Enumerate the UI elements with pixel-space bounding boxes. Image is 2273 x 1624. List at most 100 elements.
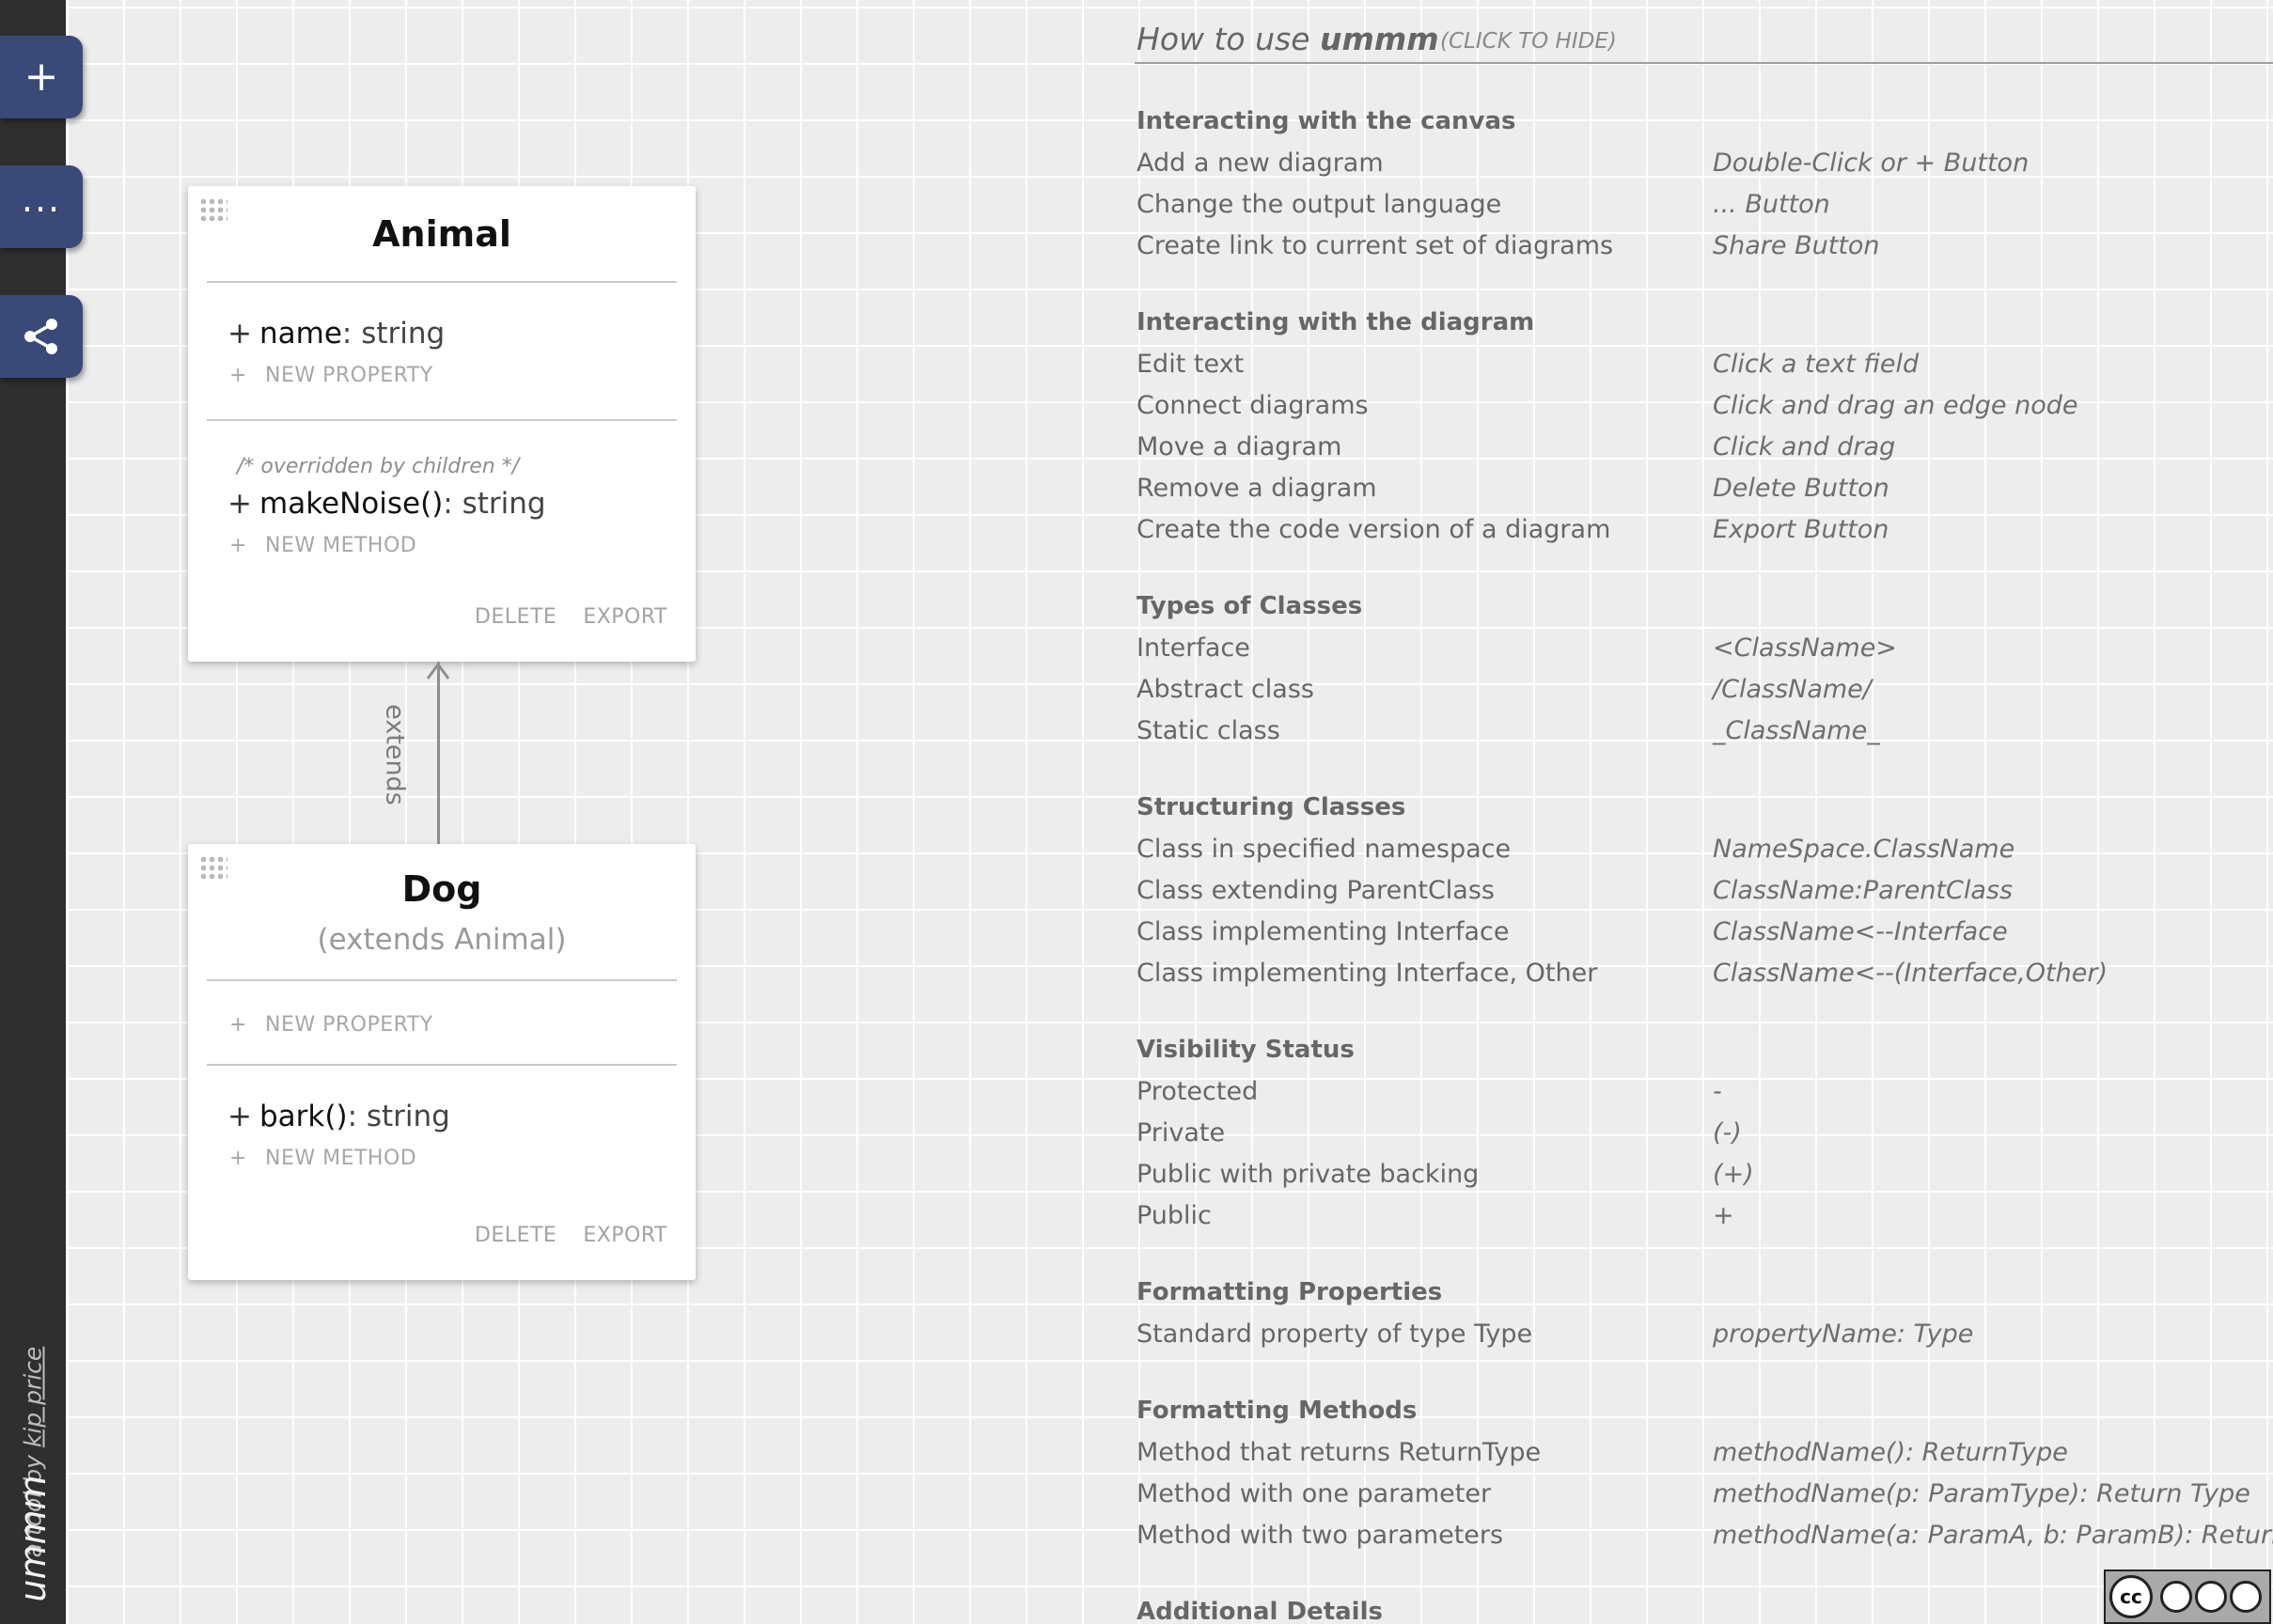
divider (207, 419, 677, 421)
plus-icon: + (24, 53, 59, 101)
export-button[interactable]: EXPORT (583, 605, 667, 629)
drag-handle-icon[interactable] (199, 855, 227, 882)
visibility-marker: + (227, 487, 252, 521)
property-name[interactable]: name (259, 317, 342, 351)
help-action-label: Public (1136, 1201, 1212, 1230)
help-action-label: Class in specified namespace (1136, 835, 1512, 864)
more-icon: ... (21, 179, 62, 220)
cc-license-badge[interactable]: cc (2104, 1569, 2271, 1624)
arrow-head-icon (426, 662, 450, 679)
help-divider (1135, 62, 2273, 64)
help-action-label: Protected (1136, 1077, 1259, 1106)
help-title: How to use ummm (1136, 21, 1439, 57)
add-diagram-button[interactable]: + (0, 36, 83, 118)
help-action-label: Abstract class (1136, 675, 1314, 704)
sa-icon (2230, 1581, 2262, 1613)
help-action-label: Class implementing Interface, Other (1136, 959, 1598, 988)
license-icons (2160, 1581, 2262, 1613)
app-brand: ummm (12, 1475, 54, 1602)
help-syntax-label: ... Button (1713, 190, 1830, 219)
help-action-label: Create the code version of a diagram (1136, 515, 1611, 544)
help-syntax-label: - (1713, 1077, 1722, 1106)
method-row[interactable]: + bark(): string (188, 1100, 696, 1137)
class-card-dog[interactable]: Dog (extends Animal) + NEW PROPERTY + ba… (188, 844, 696, 1280)
help-syntax-label: ClassName:ParentClass (1713, 876, 2014, 905)
help-action-label: Method with one parameter (1136, 1479, 1492, 1508)
help-syntax-label: (+) (1713, 1160, 1754, 1189)
method-type[interactable]: : string (348, 1100, 450, 1133)
help-section-title: Visibility Status (1136, 1036, 1355, 1064)
help-syntax-label: _ClassName_ (1713, 716, 1880, 745)
help-syntax-label: + (1713, 1201, 1734, 1230)
divider (207, 1064, 677, 1066)
author-link[interactable]: kip price (20, 1347, 47, 1447)
help-action-label: Standard property of type Type (1136, 1320, 1533, 1349)
help-action-label: Class implementing Interface (1136, 917, 1510, 946)
class-name[interactable]: Dog (188, 844, 696, 914)
help-syntax-label: Share Button (1713, 231, 1880, 260)
help-action-label: Method that returns ReturnType (1136, 1438, 1542, 1467)
inheritance-edge[interactable] (437, 662, 440, 844)
language-menu-button[interactable]: ... (0, 165, 83, 248)
class-card-animal[interactable]: Animal + name: string + NEW PROPERTY /* … (188, 186, 696, 662)
help-syntax-label: Click and drag (1713, 432, 1896, 461)
methods-comment[interactable]: /* overridden by children */ (188, 455, 696, 481)
property-type[interactable]: : string (342, 317, 445, 351)
help-action-label: Connect diagrams (1136, 391, 1369, 420)
help-syntax-label: Click and drag an edge node (1713, 391, 2078, 420)
class-name[interactable]: Animal (188, 186, 696, 281)
share-icon (24, 319, 57, 354)
help-section-title: Interacting with the canvas (1136, 107, 1516, 135)
help-action-label: Change the output language (1136, 190, 1502, 219)
help-syntax-label: <ClassName> (1713, 633, 1897, 663)
help-section-title: Formatting Properties (1136, 1278, 1443, 1306)
help-syntax-label: methodName(p: ParamType): Return Type (1713, 1479, 2250, 1508)
drag-handle-icon[interactable] (199, 197, 227, 224)
new-property-button[interactable]: + NEW PROPERTY (188, 1013, 696, 1041)
new-property-label: NEW PROPERTY (265, 364, 433, 387)
help-section-title: Types of Classes (1136, 592, 1363, 620)
new-property-button[interactable]: + NEW PROPERTY (188, 364, 696, 392)
help-section-title: Interacting with the diagram (1136, 308, 1535, 336)
new-method-button[interactable]: + NEW METHOD (188, 534, 696, 562)
export-button[interactable]: EXPORT (583, 1224, 667, 1247)
method-name[interactable]: makeNoise() (259, 487, 443, 521)
help-action-label: Move a diagram (1136, 432, 1342, 461)
help-action-label: Class extending ParentClass (1136, 876, 1495, 905)
new-property-label: NEW PROPERTY (265, 1013, 433, 1037)
card-actions: DELETE EXPORT (448, 1224, 667, 1247)
help-syntax-label: Click a text field (1713, 350, 1920, 379)
help-action-label: Method with two parameters (1136, 1521, 1504, 1550)
help-syntax-label: /ClassName/ (1713, 675, 1872, 704)
help-action-label: Private (1136, 1118, 1226, 1148)
method-name[interactable]: bark() (259, 1100, 348, 1133)
new-method-label: NEW METHOD (265, 534, 417, 557)
visibility-marker: + (227, 317, 252, 351)
edge-label[interactable]: extends (381, 704, 410, 805)
help-syntax-label: ClassName<--Interface (1713, 917, 2008, 946)
help-section-title: Additional Details (1136, 1598, 1383, 1624)
help-action-label: Remove a diagram (1136, 474, 1377, 503)
help-syntax-label: Delete Button (1713, 474, 1889, 503)
new-method-button[interactable]: + NEW METHOD (188, 1147, 696, 1175)
share-button[interactable] (0, 295, 83, 378)
help-syntax-label: Double-Click or + Button (1713, 148, 2030, 178)
delete-button[interactable]: DELETE (475, 1224, 556, 1247)
property-row[interactable]: + name: string (188, 317, 696, 354)
help-action-label: Interface (1136, 633, 1250, 663)
method-row[interactable]: + makeNoise(): string (188, 487, 696, 524)
help-action-label: Add a new diagram (1136, 148, 1384, 178)
help-action-label: Create link to current set of diagrams (1136, 231, 1614, 260)
delete-button[interactable]: DELETE (475, 605, 556, 629)
help-title-brand: ummm (1320, 21, 1439, 57)
nc-icon (2195, 1581, 2227, 1613)
visibility-marker: + (227, 1100, 252, 1133)
plus-icon: + (229, 534, 247, 557)
sidebar: + ... a tool by kip price ummm (0, 0, 83, 1624)
help-syntax-label: methodName(a: ParamA, b: ParamB): Return… (1713, 1521, 2273, 1550)
help-syntax-label: (-) (1713, 1118, 1742, 1148)
divider (207, 281, 677, 283)
method-type[interactable]: : string (443, 487, 545, 521)
hide-help-button[interactable]: (CLICK TO HIDE) (1440, 29, 1617, 54)
new-method-label: NEW METHOD (265, 1147, 417, 1170)
